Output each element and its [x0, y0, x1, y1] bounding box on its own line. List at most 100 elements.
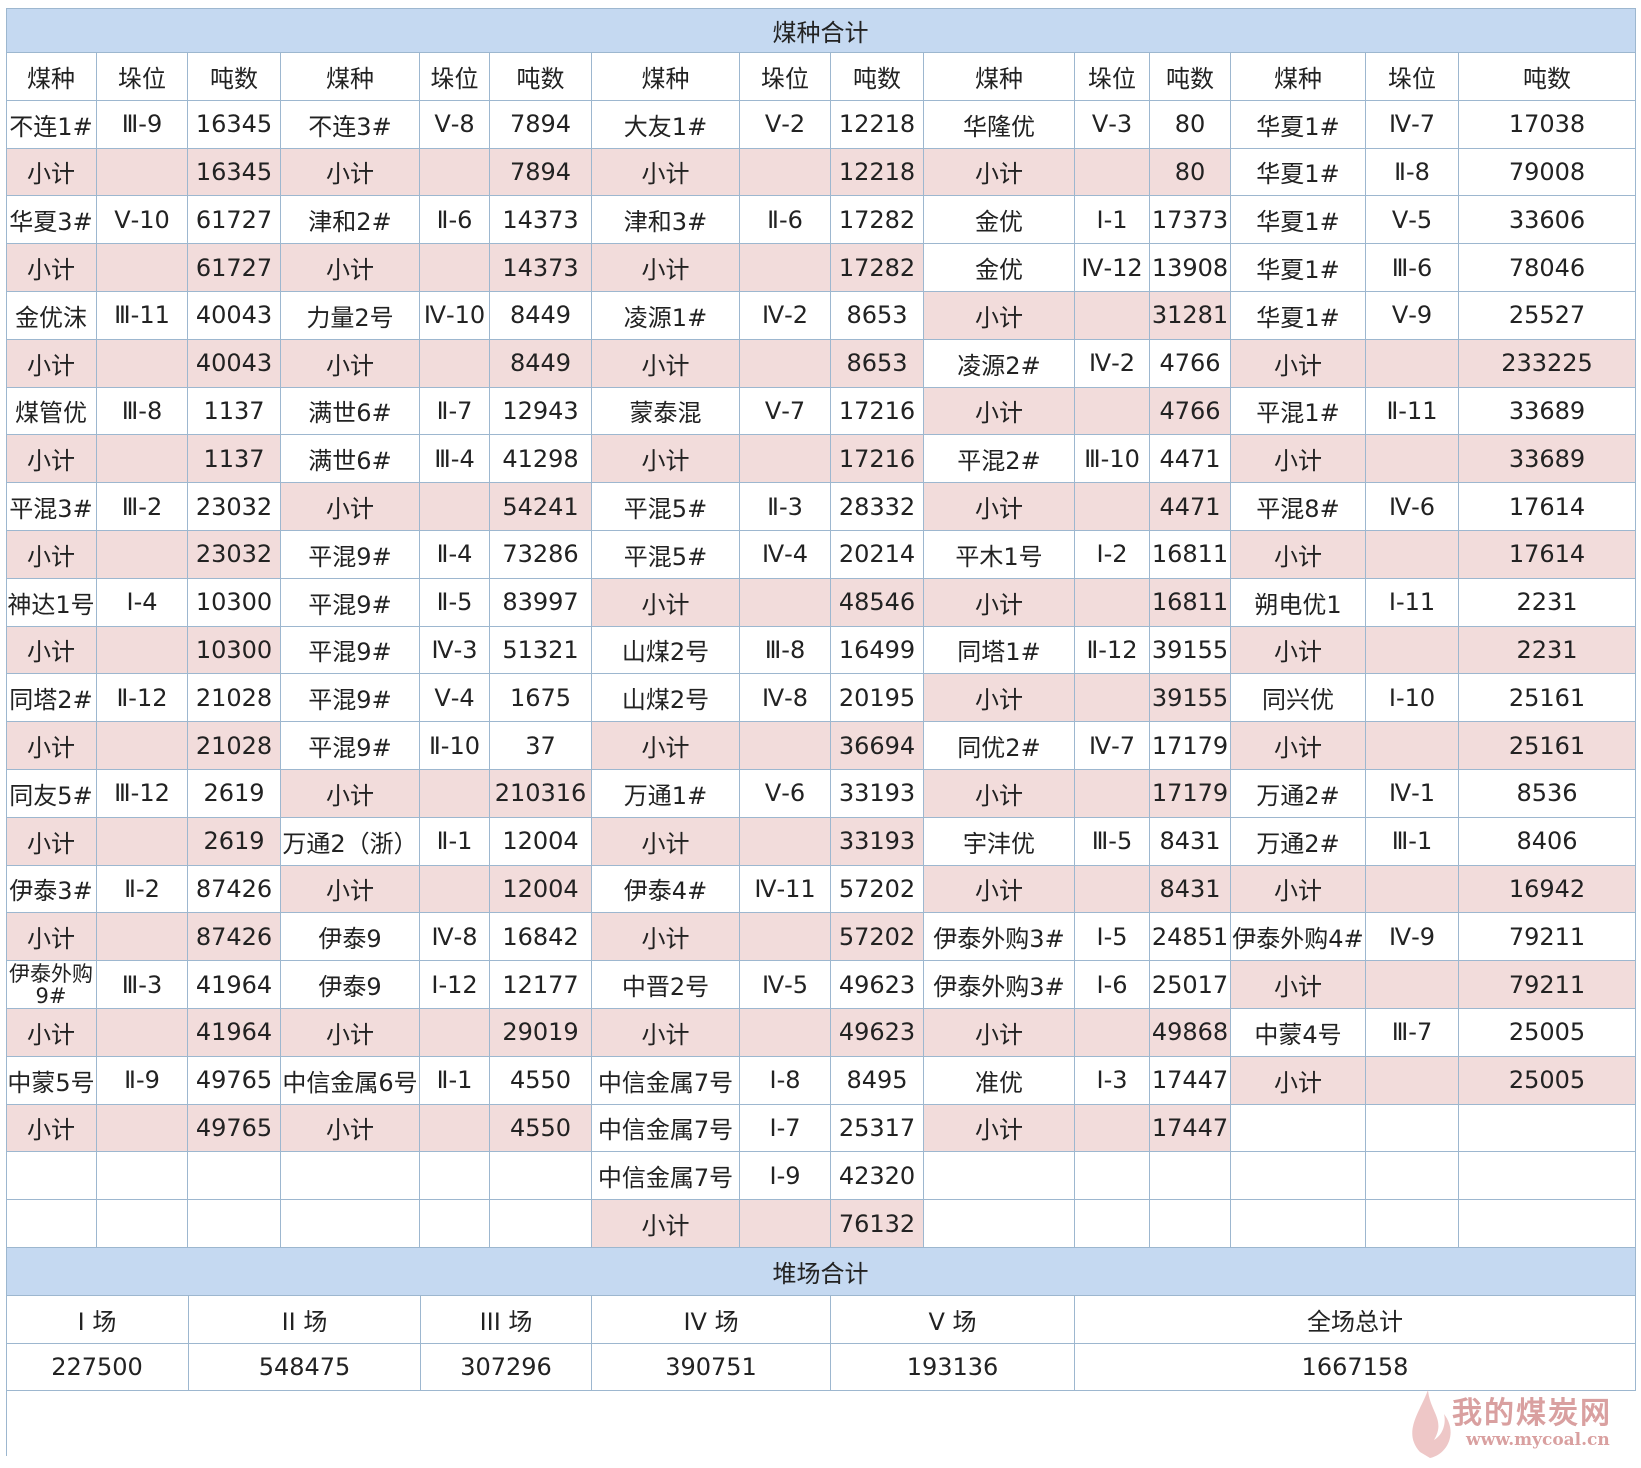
stack-position-cell	[1075, 770, 1150, 818]
coal-type-cell: 平混9#	[281, 531, 420, 579]
stack-position-cell: Ⅱ-10	[420, 722, 490, 770]
tonnage-cell: 8536	[1459, 770, 1636, 818]
tonnage-cell: 87426	[188, 865, 281, 914]
column-header: 垛位	[1366, 53, 1459, 101]
stack-position-cell	[1366, 961, 1459, 1009]
subtotal-label: 小计	[281, 483, 420, 531]
stack-position-cell	[1366, 1056, 1459, 1105]
subtotal-label: 小计	[924, 148, 1075, 197]
stack-position-cell: Ⅳ-4	[740, 531, 831, 579]
coal-type-cell: 同友5#	[6, 770, 97, 818]
stack-position-cell: Ⅳ-12	[1075, 244, 1150, 292]
coal-type-cell: 山煤2号	[592, 626, 740, 675]
stack-position-cell	[740, 244, 831, 292]
coal-type-cell: 伊泰外购4#	[1231, 913, 1366, 962]
subtotal-label: 小计	[924, 387, 1075, 436]
column-header: 煤种	[592, 53, 740, 101]
yard-title: 堆场合计	[6, 1248, 1636, 1296]
tonnage-cell: 28332	[831, 483, 924, 531]
coal-type-cell: 华夏1#	[1231, 148, 1366, 197]
tonnage-cell: 25005	[1459, 1056, 1636, 1105]
stack-position-cell	[740, 435, 831, 484]
stack-position-cell: Ⅲ-10	[1075, 435, 1150, 484]
coal-type-cell: 平混2#	[924, 435, 1075, 484]
tonnage-cell: 17179	[1150, 770, 1231, 818]
coal-type-cell: 煤管优	[6, 387, 97, 436]
stack-position-cell	[740, 339, 831, 388]
subtotal-label: 小计	[1231, 531, 1366, 579]
coal-type-cell: 中信金属7号	[592, 1152, 740, 1201]
tonnage-cell: 17447	[1150, 1104, 1231, 1153]
coal-type-cell: 同兴优	[1231, 674, 1366, 723]
coal-type-cell	[6, 1200, 97, 1248]
stack-position-cell	[1366, 722, 1459, 770]
coal-type-cell: 中晋2号	[592, 961, 740, 1009]
tonnage-cell: 16811	[1150, 578, 1231, 627]
coal-type-cell: 金优	[924, 244, 1075, 292]
tonnage-cell: 4766	[1150, 339, 1231, 388]
stack-position-cell	[1366, 865, 1459, 914]
tonnage-cell: 24851	[1150, 913, 1231, 962]
stack-position-cell	[420, 1009, 490, 1057]
coal-type-cell: 平混8#	[1231, 483, 1366, 531]
tonnage-cell: 12218	[831, 148, 924, 197]
subtotal-label: 小计	[1231, 1056, 1366, 1105]
tonnage-cell: 25161	[1459, 674, 1636, 723]
stack-position-cell	[1075, 1009, 1150, 1057]
stack-position-cell: Ⅰ-10	[1366, 674, 1459, 723]
stack-position-cell	[1075, 1152, 1150, 1201]
tonnage-cell: 13908	[1150, 244, 1231, 292]
coal-type-cell: 宇沣优	[924, 817, 1075, 866]
stack-position-cell: Ⅴ-8	[420, 100, 490, 149]
tonnage-cell: 33193	[831, 770, 924, 818]
stack-position-cell: Ⅴ-10	[97, 196, 188, 245]
coal-type-cell	[281, 1152, 420, 1201]
tonnage-cell	[1150, 1152, 1231, 1201]
stack-position-cell	[1366, 1200, 1459, 1248]
stack-position-cell	[1075, 292, 1150, 340]
subtotal-label: 小计	[281, 339, 420, 388]
stack-position-cell: Ⅲ-1	[1366, 817, 1459, 866]
coal-type-cell: 津和2#	[281, 196, 420, 245]
tonnage-cell: 57202	[831, 865, 924, 914]
tonnage-cell: 7894	[490, 148, 592, 197]
stack-position-cell	[740, 913, 831, 962]
column-header: 垛位	[420, 53, 490, 101]
stack-position-cell	[740, 722, 831, 770]
tonnage-cell: 12177	[490, 961, 592, 1009]
subtotal-label: 小计	[1231, 722, 1366, 770]
coal-type-cell: 满世6#	[281, 387, 420, 436]
tonnage-cell: 4471	[1150, 435, 1231, 484]
stack-position-cell: Ⅳ-9	[1366, 913, 1459, 962]
coal-type-cell	[924, 1152, 1075, 1201]
stack-position-cell: Ⅳ-2	[740, 292, 831, 340]
tonnage-cell: 80	[1150, 100, 1231, 149]
stack-position-cell: Ⅱ-1	[420, 817, 490, 866]
yard-total-value: 193136	[831, 1343, 1075, 1392]
tonnage-cell: 17614	[1459, 483, 1636, 531]
yard-total-value: 227500	[6, 1343, 189, 1392]
tonnage-cell: 1675	[490, 674, 592, 723]
tonnage-cell: 4550	[490, 1056, 592, 1105]
subtotal-label: 小计	[924, 674, 1075, 723]
tonnage-cell: 36694	[831, 722, 924, 770]
stack-position-cell	[1075, 865, 1150, 914]
subtotal-label: 小计	[924, 1009, 1075, 1057]
coal-type-cell: 中蒙5号	[6, 1056, 97, 1105]
stack-position-cell: Ⅲ-9	[97, 100, 188, 149]
tonnage-cell: 16811	[1150, 531, 1231, 579]
tonnage-cell: 8406	[1459, 817, 1636, 866]
stack-position-cell	[1366, 339, 1459, 388]
stack-position-cell: Ⅳ-10	[420, 292, 490, 340]
coal-type-cell: 伊泰9	[281, 913, 420, 962]
stack-position-cell	[1366, 1152, 1459, 1201]
column-header: 煤种	[6, 53, 97, 101]
coal-type-cell: 伊泰4#	[592, 865, 740, 914]
site-watermark: 我的煤炭网 www.mycoal.cn	[1400, 1382, 1640, 1464]
stack-position-cell: Ⅳ-2	[1075, 339, 1150, 388]
stack-position-cell: Ⅲ-6	[1366, 244, 1459, 292]
coal-type-cell: 万通2#	[1231, 770, 1366, 818]
tonnage-cell: 8653	[831, 339, 924, 388]
stack-position-cell: Ⅱ-5	[420, 578, 490, 627]
tonnage-cell: 37	[490, 722, 592, 770]
